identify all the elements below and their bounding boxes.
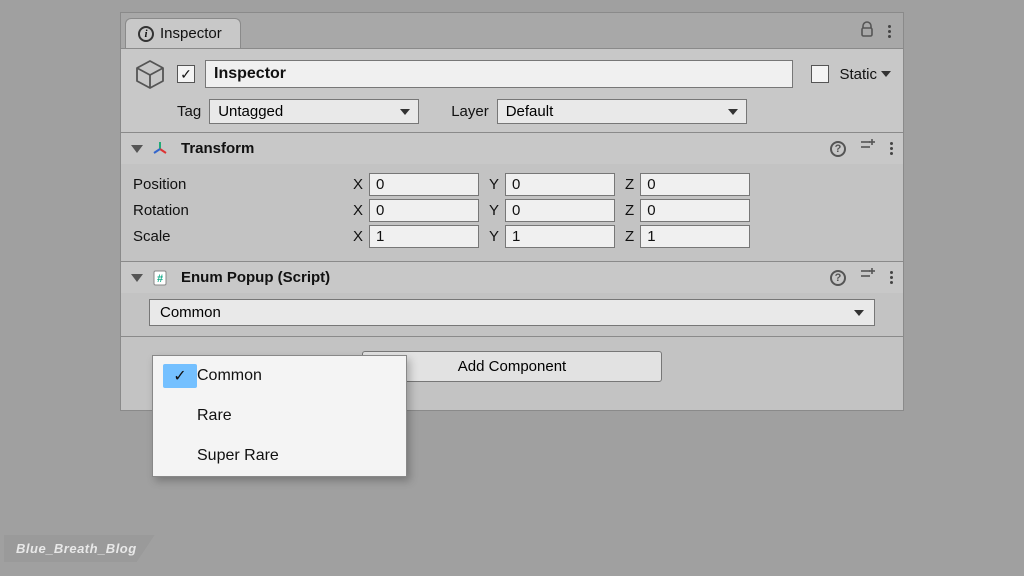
inspector-tab[interactable]: i Inspector <box>125 18 241 48</box>
gameobject-row-main: ✓ Static <box>133 57 891 91</box>
foldout-icon <box>131 274 143 282</box>
script-icon: # <box>151 269 169 287</box>
chevron-down-icon <box>854 310 864 316</box>
gameobject-cube-icon[interactable] <box>133 57 167 91</box>
preset-icon[interactable] <box>860 139 876 158</box>
transform-title: Transform <box>181 140 254 157</box>
position-z-field[interactable] <box>640 173 750 196</box>
scale-y-field[interactable] <box>505 225 615 248</box>
tag-dropdown[interactable]: Untagged <box>209 99 419 124</box>
enum-popup-title: Enum Popup (Script) <box>181 269 330 286</box>
enum-option-super-rare[interactable]: Super Rare <box>153 436 406 476</box>
tab-bar-controls <box>860 21 903 48</box>
enum-popup-controls: ? <box>830 268 893 287</box>
transform-icon <box>151 140 169 158</box>
help-icon[interactable]: ? <box>830 141 846 157</box>
scale-z-field[interactable] <box>640 225 750 248</box>
transform-component: Transform ? Position X Y Z Rotation X Y … <box>121 133 903 262</box>
rotation-y-field[interactable] <box>505 199 615 222</box>
component-menu-icon[interactable] <box>890 271 893 284</box>
position-row: Position X Y Z <box>133 173 891 196</box>
enum-dropdown[interactable]: Common <box>149 299 875 326</box>
layer-label: Layer <box>451 103 489 120</box>
tab-menu-icon[interactable] <box>888 25 891 38</box>
enum-popup-menu: ✓ Common Rare Super Rare <box>152 355 407 477</box>
svg-text:#: # <box>157 273 163 285</box>
foldout-icon <box>131 145 143 153</box>
static-checkbox[interactable] <box>811 65 829 83</box>
enum-popup-body: Common <box>121 293 903 336</box>
help-icon[interactable]: ? <box>830 270 846 286</box>
lock-icon[interactable] <box>860 21 874 42</box>
gameobject-row-taglayer: Tag Untagged Layer Default <box>133 99 891 124</box>
layer-dropdown[interactable]: Default <box>497 99 747 124</box>
enum-option-rare[interactable]: Rare <box>153 396 406 436</box>
position-y-field[interactable] <box>505 173 615 196</box>
inspector-panel: i Inspector ✓ Static Tag Unta <box>120 12 904 411</box>
rotation-z-field[interactable] <box>640 199 750 222</box>
rotation-x-field[interactable] <box>369 199 479 222</box>
tab-label: Inspector <box>160 25 222 42</box>
chevron-down-icon <box>728 109 738 115</box>
static-dropdown-caret[interactable] <box>881 71 891 77</box>
enum-option-common[interactable]: ✓ Common <box>153 356 406 396</box>
static-label: Static <box>839 66 891 83</box>
scale-x-field[interactable] <box>369 225 479 248</box>
transform-controls: ? <box>830 139 893 158</box>
gameobject-header: ✓ Static Tag Untagged Layer Default <box>121 49 903 133</box>
add-component-button[interactable]: Add Component <box>362 351 662 382</box>
tab-bar: i Inspector <box>121 13 903 49</box>
transform-body: Position X Y Z Rotation X Y Z Scale X Y … <box>121 164 903 261</box>
transform-header[interactable]: Transform ? <box>121 133 903 164</box>
position-x-field[interactable] <box>369 173 479 196</box>
chevron-down-icon <box>400 109 410 115</box>
scale-row: Scale X Y Z <box>133 225 891 248</box>
enum-popup-component: # Enum Popup (Script) ? Common <box>121 262 903 337</box>
enum-popup-header[interactable]: # Enum Popup (Script) ? <box>121 262 903 293</box>
enabled-checkbox[interactable]: ✓ <box>177 65 195 83</box>
info-icon: i <box>138 26 154 42</box>
component-menu-icon[interactable] <box>890 142 893 155</box>
preset-icon[interactable] <box>860 268 876 287</box>
tag-label: Tag <box>177 103 201 120</box>
gameobject-name-field[interactable] <box>205 60 793 88</box>
watermark: Blue_Breath_Blog <box>4 535 155 562</box>
check-icon: ✓ <box>163 364 197 388</box>
rotation-row: Rotation X Y Z <box>133 199 891 222</box>
